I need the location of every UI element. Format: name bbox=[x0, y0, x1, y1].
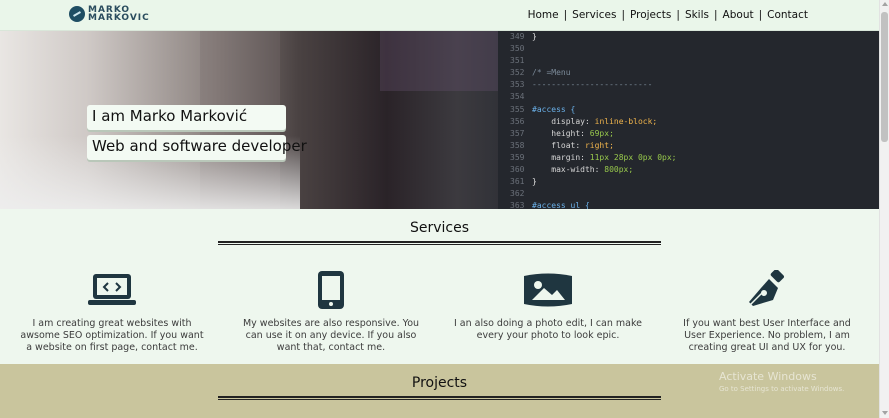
code-line-number: 353 bbox=[510, 80, 525, 90]
code-line-text: #access ul { bbox=[532, 201, 590, 209]
code-line: 349} bbox=[510, 31, 879, 43]
code-line-number: 354 bbox=[510, 92, 525, 102]
service-text-photo: I an also doing a photo edit, I can make… bbox=[453, 318, 642, 341]
scroll-up-icon[interactable] bbox=[882, 2, 888, 6]
code-line: 350 bbox=[510, 43, 879, 55]
scroll-down-icon[interactable] bbox=[882, 411, 888, 415]
logo-icon bbox=[69, 6, 85, 22]
code-line-number: 350 bbox=[510, 44, 525, 54]
code-line: 359 margin: 11px 28px 0px 0px; bbox=[510, 152, 879, 164]
nav-contact[interactable]: Contact bbox=[767, 9, 808, 21]
code-line-text: display: inline-block; bbox=[532, 116, 658, 126]
code-line: 355 #access { bbox=[510, 104, 879, 116]
code-line-text: max-width: 800px; bbox=[532, 165, 634, 175]
nav-separator: | bbox=[758, 9, 763, 21]
watermark-line-1: Activate Windows bbox=[719, 370, 817, 383]
code-line: 358 float: right; bbox=[510, 140, 879, 152]
service-card-seo: I am creating great websites with awsome… bbox=[17, 270, 207, 354]
scrollbar-thumb[interactable] bbox=[881, 12, 888, 142]
hero-banner: 349} 350 351 352/* =Menu 353 ----------------… bbox=[0, 31, 879, 209]
service-text-seo: I am creating great websites with awsome… bbox=[20, 318, 204, 353]
code-line-number: 360 bbox=[510, 165, 525, 175]
nav-skills[interactable]: Skils bbox=[685, 9, 709, 21]
code-line-number: 362 bbox=[510, 189, 525, 199]
code-line-number: 363 bbox=[510, 201, 525, 209]
code-line: 353 ------------------------- bbox=[510, 79, 879, 91]
code-line-text: margin: 11px 28px 0px 0px; bbox=[532, 152, 677, 162]
code-line-text: height: 69px; bbox=[532, 128, 614, 138]
code-line-number: 352 bbox=[510, 68, 525, 78]
code-line: 351 bbox=[510, 55, 879, 67]
nav-projects[interactable]: Projects bbox=[630, 9, 671, 21]
mobile-phone-icon bbox=[236, 270, 426, 310]
code-line: 354 bbox=[510, 91, 879, 103]
windows-activation-watermark: Activate Windows Go to Settings to activ… bbox=[719, 370, 844, 393]
logo-line-2: MARKOVIC bbox=[88, 13, 150, 23]
services-title: Services bbox=[409, 220, 470, 236]
service-card-photo: I an also doing a photo edit, I can make… bbox=[453, 270, 643, 342]
hero-role-label: Web and software developer bbox=[87, 135, 307, 160]
code-line-number: 359 bbox=[510, 152, 525, 162]
watermark-line-2: Go to Settings to activate Windows. bbox=[719, 385, 845, 393]
code-line: 360 max-width: 800px; bbox=[510, 164, 879, 176]
projects-title: Projects bbox=[411, 375, 468, 391]
nav-separator: | bbox=[714, 9, 718, 21]
nav-about[interactable]: About bbox=[723, 9, 754, 21]
nav-services[interactable]: Services bbox=[572, 9, 616, 21]
code-line-number: 361 bbox=[510, 177, 525, 187]
projects-divider bbox=[218, 396, 661, 400]
code-line: 362 bbox=[510, 188, 879, 200]
code-line-number: 349 bbox=[510, 32, 525, 41]
vertical-scrollbar[interactable] bbox=[879, 0, 889, 418]
service-card-uiux: If you want best User Interface and User… bbox=[672, 270, 862, 354]
code-line-number: 358 bbox=[510, 140, 525, 150]
code-line: 356 display: inline-block; bbox=[510, 116, 879, 128]
code-line: 363 #access ul { bbox=[510, 200, 879, 209]
code-line-text: ------------------------- bbox=[532, 80, 653, 90]
nav-separator: | bbox=[621, 9, 625, 21]
photo-image-icon bbox=[453, 270, 643, 310]
code-line-number: 357 bbox=[510, 128, 525, 138]
code-line-text: float: right; bbox=[532, 140, 614, 150]
code-line: 357 height: 69px; bbox=[510, 128, 879, 140]
top-navbar: MARKO MARKOVIC Home | Services | Project… bbox=[0, 0, 879, 31]
code-line-text: } bbox=[532, 32, 537, 41]
logo-text: MARKO MARKOVIC bbox=[88, 6, 150, 23]
nav-separator: | bbox=[676, 9, 680, 21]
code-line: 352 /* =Menu bbox=[510, 67, 879, 79]
nav-separator: | bbox=[563, 9, 568, 21]
code-line-number: 356 bbox=[510, 116, 525, 126]
main-nav: Home | Services | Projects | Skils | Abo… bbox=[528, 9, 808, 21]
nav-home[interactable]: Home bbox=[528, 9, 559, 21]
code-line-text: #access { bbox=[532, 104, 576, 114]
code-line-text: } bbox=[532, 177, 537, 187]
code-line: 361} bbox=[510, 176, 879, 188]
pen-nib-icon bbox=[672, 270, 862, 310]
laptop-code-icon bbox=[17, 270, 207, 310]
site-logo[interactable]: MARKO MARKOVIC bbox=[69, 6, 150, 23]
code-line-number: 351 bbox=[510, 56, 525, 66]
code-snippet: 349} 350 351 352/* =Menu 353 ----------------… bbox=[510, 31, 879, 209]
code-line-number: 355 bbox=[510, 104, 525, 114]
service-card-responsive: My websites are also responsive. You can… bbox=[236, 270, 426, 354]
service-text-responsive: My websites are also responsive. You can… bbox=[242, 318, 420, 353]
code-line-text: /* =Menu bbox=[532, 68, 571, 78]
hero-name-label: I am Marko Marković bbox=[87, 105, 286, 130]
service-text-uiux: If you want best User Interface and User… bbox=[683, 318, 851, 353]
services-divider bbox=[218, 241, 661, 245]
